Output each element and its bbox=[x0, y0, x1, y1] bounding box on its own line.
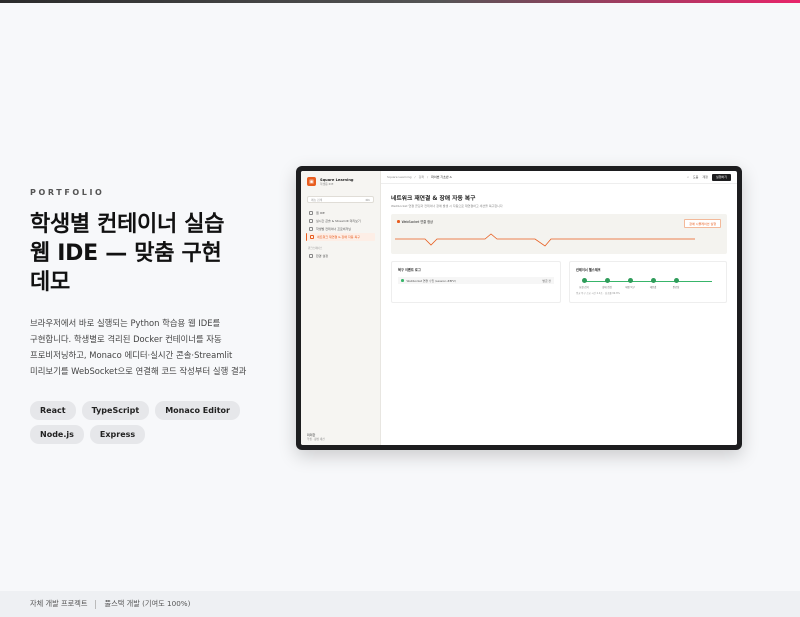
status-dot-icon bbox=[397, 220, 400, 223]
brand-logo-icon: ▣ bbox=[307, 177, 316, 186]
account-link[interactable]: 계정 bbox=[702, 175, 708, 179]
desc-line: 브라우저에서 바로 실행되는 Python 학습용 웹 IDE를 bbox=[30, 318, 221, 328]
gear-icon bbox=[309, 254, 313, 258]
success-dot-icon bbox=[401, 279, 404, 282]
sidebar-item-settings[interactable]: 환경 설정 bbox=[306, 252, 375, 260]
health-steps: 요청 감지 상태 점검 재생 복구 재연결 완료됨 bbox=[576, 278, 720, 290]
tech-tags: React TypeScript Monaco Editor Node.js E… bbox=[30, 401, 250, 444]
connection-panel: WebSocket 연결 정상 장애 시뮬레이션 실행 bbox=[391, 214, 727, 254]
sidebar-item-label: 환경 설정 bbox=[316, 254, 328, 258]
tag-react: React bbox=[30, 401, 76, 420]
page-footer: 자체 개발 프로젝트 풀스택 개발 (기여도 100%) bbox=[0, 591, 800, 617]
sidebar-item-label: 학생별 컨테이너 프로비저닝 bbox=[316, 227, 352, 231]
check-icon bbox=[581, 278, 587, 283]
content-subtitle: WebSocket 연결 끊김과 컨테이너 장애 발생 시 자동으로 재연결하고… bbox=[391, 204, 503, 208]
log-text: WebSocket 연결 수립 (session #8F2) bbox=[406, 278, 456, 283]
ws-status: WebSocket 연결 정상 bbox=[397, 219, 721, 224]
mockup-content: 네트워크 재연결 & 장애 자동 복구 WebSocket 연결 끊김과 컨테이… bbox=[381, 184, 737, 312]
health-title: 컨테이너 헬스체크 bbox=[576, 268, 601, 272]
tag-express: Express bbox=[89, 425, 146, 444]
breadcrumb: Square Learning / 강좌 / 파이썬 기초반 A bbox=[387, 175, 452, 179]
box-icon bbox=[309, 227, 313, 231]
sidebar-item-console[interactable]: 실시간 콘솔 & Streamlit 미리보기 bbox=[306, 217, 375, 225]
run-button[interactable]: 실행하기 bbox=[711, 173, 731, 181]
hero-section: PORTFOLIO 학생별 컨테이너 실습 웹 IDE — 맞춤 구현 데모 브… bbox=[30, 188, 280, 444]
check-icon bbox=[650, 278, 656, 283]
latency-wave-graph bbox=[395, 233, 695, 247]
brand: ▣ Square Learning 학생용 IDE bbox=[301, 171, 380, 186]
sidebar-item-network[interactable]: 네트워크 재연결 & 장애 자동 복구 bbox=[306, 233, 375, 241]
sidebar-item-label: 웹 IDE bbox=[316, 211, 325, 215]
network-icon bbox=[310, 235, 314, 239]
terminal-icon bbox=[309, 219, 313, 223]
tag-nodejs: Node.js bbox=[30, 425, 84, 444]
health-step: 완료됨 bbox=[673, 278, 679, 289]
log-time: 방금 전 bbox=[542, 278, 551, 283]
page-title: 학생별 컨테이너 실습 웹 IDE — 맞춤 구현 데모 bbox=[30, 210, 280, 297]
eyebrow-label: PORTFOLIO bbox=[30, 188, 105, 197]
desc-line: 미리보기를 WebSocket으로 연결해 코드 작성부터 실행 결과 bbox=[30, 366, 247, 376]
tag-monaco: Monaco Editor bbox=[155, 401, 240, 420]
log-title: 복구 이벤트 로그 bbox=[398, 268, 421, 272]
log-entry[interactable]: WebSocket 연결 수립 (session #8F2) 방금 전 bbox=[398, 277, 554, 284]
sidebar-user[interactable]: 미리한 학생 · 활성 세션 bbox=[307, 433, 325, 441]
search-shortcut: ⌘K bbox=[365, 198, 370, 202]
breadcrumb-sep: / bbox=[427, 175, 429, 179]
simulate-failure-button[interactable]: 장애 시뮬레이션 실행 bbox=[684, 219, 721, 228]
title-line: 학생별 컨테이너 실습 bbox=[30, 212, 225, 237]
search-icon[interactable]: ⌕ bbox=[687, 175, 689, 179]
desc-line: 프로비저닝하고, Monaco 에디터·실시간 콘솔·Streamlit bbox=[30, 350, 233, 360]
sidebar-item-container[interactable]: 학생별 컨테이너 프로비저닝 bbox=[306, 225, 375, 233]
ws-status-text: WebSocket 연결 정상 bbox=[401, 220, 433, 224]
status-cards: 복구 이벤트 로그 WebSocket 연결 수립 (session #8F2)… bbox=[391, 261, 727, 303]
mockup-topbar: Square Learning / 강좌 / 파이썬 기초반 A ⌕ 도움 계정… bbox=[381, 171, 737, 184]
footer-divider bbox=[95, 599, 97, 609]
sidebar-item-label: 실시간 콘솔 & Streamlit 미리보기 bbox=[316, 219, 361, 223]
breadcrumb-sep: / bbox=[414, 175, 416, 179]
breadcrumb-item[interactable]: Square Learning bbox=[387, 175, 412, 179]
health-step: 요청 감지 bbox=[579, 278, 589, 289]
sidebar-search[interactable]: 메뉴 검색 ⌘K bbox=[307, 196, 374, 203]
health-step: 재연결 bbox=[650, 278, 656, 289]
footer-project-type: 자체 개발 프로젝트 bbox=[30, 599, 88, 608]
help-link[interactable]: 도움 bbox=[693, 175, 699, 179]
health-step: 재생 복구 bbox=[625, 278, 635, 289]
desc-line: 구현합니다. 학생별로 격리된 Docker 컨테이너를 자동 bbox=[30, 334, 222, 344]
sidebar-item-ide[interactable]: 웹 IDE bbox=[306, 209, 375, 217]
top-accent-bar bbox=[0, 0, 800, 3]
title-line: 데모 bbox=[30, 270, 70, 295]
description: 브라우저에서 바로 실행되는 Python 학습용 웹 IDE를 구현합니다. … bbox=[30, 315, 270, 379]
health-step: 상태 점검 bbox=[602, 278, 612, 289]
code-icon bbox=[309, 211, 313, 215]
footer-role: 풀스택 개발 (기여도 100%) bbox=[104, 599, 191, 608]
check-icon bbox=[673, 278, 679, 283]
mockup-main: Square Learning / 강좌 / 파이썬 기초반 A ⌕ 도움 계정… bbox=[381, 171, 737, 445]
breadcrumb-item[interactable]: 강좌 bbox=[419, 175, 425, 179]
topbar-actions: ⌕ 도움 계정 실행하기 bbox=[687, 173, 731, 181]
check-icon bbox=[604, 278, 610, 283]
healthcheck-card: 컨테이너 헬스체크 요청 감지 상태 점검 재생 복구 재연결 완료됨 평균 복… bbox=[569, 261, 727, 303]
user-role: 학생 · 활성 세션 bbox=[307, 438, 325, 441]
title-line: 웹 IDE — 맞춤 구현 bbox=[30, 241, 222, 266]
brand-sub: 학생용 IDE bbox=[320, 181, 334, 186]
tag-typescript: TypeScript bbox=[81, 401, 150, 420]
breadcrumb-current: 파이썬 기초반 A bbox=[431, 175, 452, 179]
mockup-sidebar: ▣ Square Learning 학생용 IDE 메뉴 검색 ⌘K 웹 IDE… bbox=[301, 171, 381, 445]
brand-name: Square Learning bbox=[320, 177, 354, 182]
search-placeholder: 메뉴 검색 bbox=[311, 198, 323, 202]
recovery-log-card: 복구 이벤트 로그 WebSocket 연결 수립 (session #8F2)… bbox=[391, 261, 561, 303]
content-title: 네트워크 재연결 & 장애 자동 복구 bbox=[391, 196, 476, 202]
check-icon bbox=[627, 278, 633, 283]
sidebar-section-label: 워크스페이스 bbox=[308, 247, 323, 250]
mockup-screen: ▣ Square Learning 학생용 IDE 메뉴 검색 ⌘K 웹 IDE… bbox=[301, 171, 737, 445]
laptop-mockup: ▣ Square Learning 학생용 IDE 메뉴 검색 ⌘K 웹 IDE… bbox=[296, 166, 742, 450]
health-footnote: 평균 복구 소요 시간 2.4초 · 성공률 99.8% bbox=[576, 292, 620, 295]
sidebar-item-label: 네트워크 재연결 & 장애 자동 복구 bbox=[317, 235, 360, 239]
